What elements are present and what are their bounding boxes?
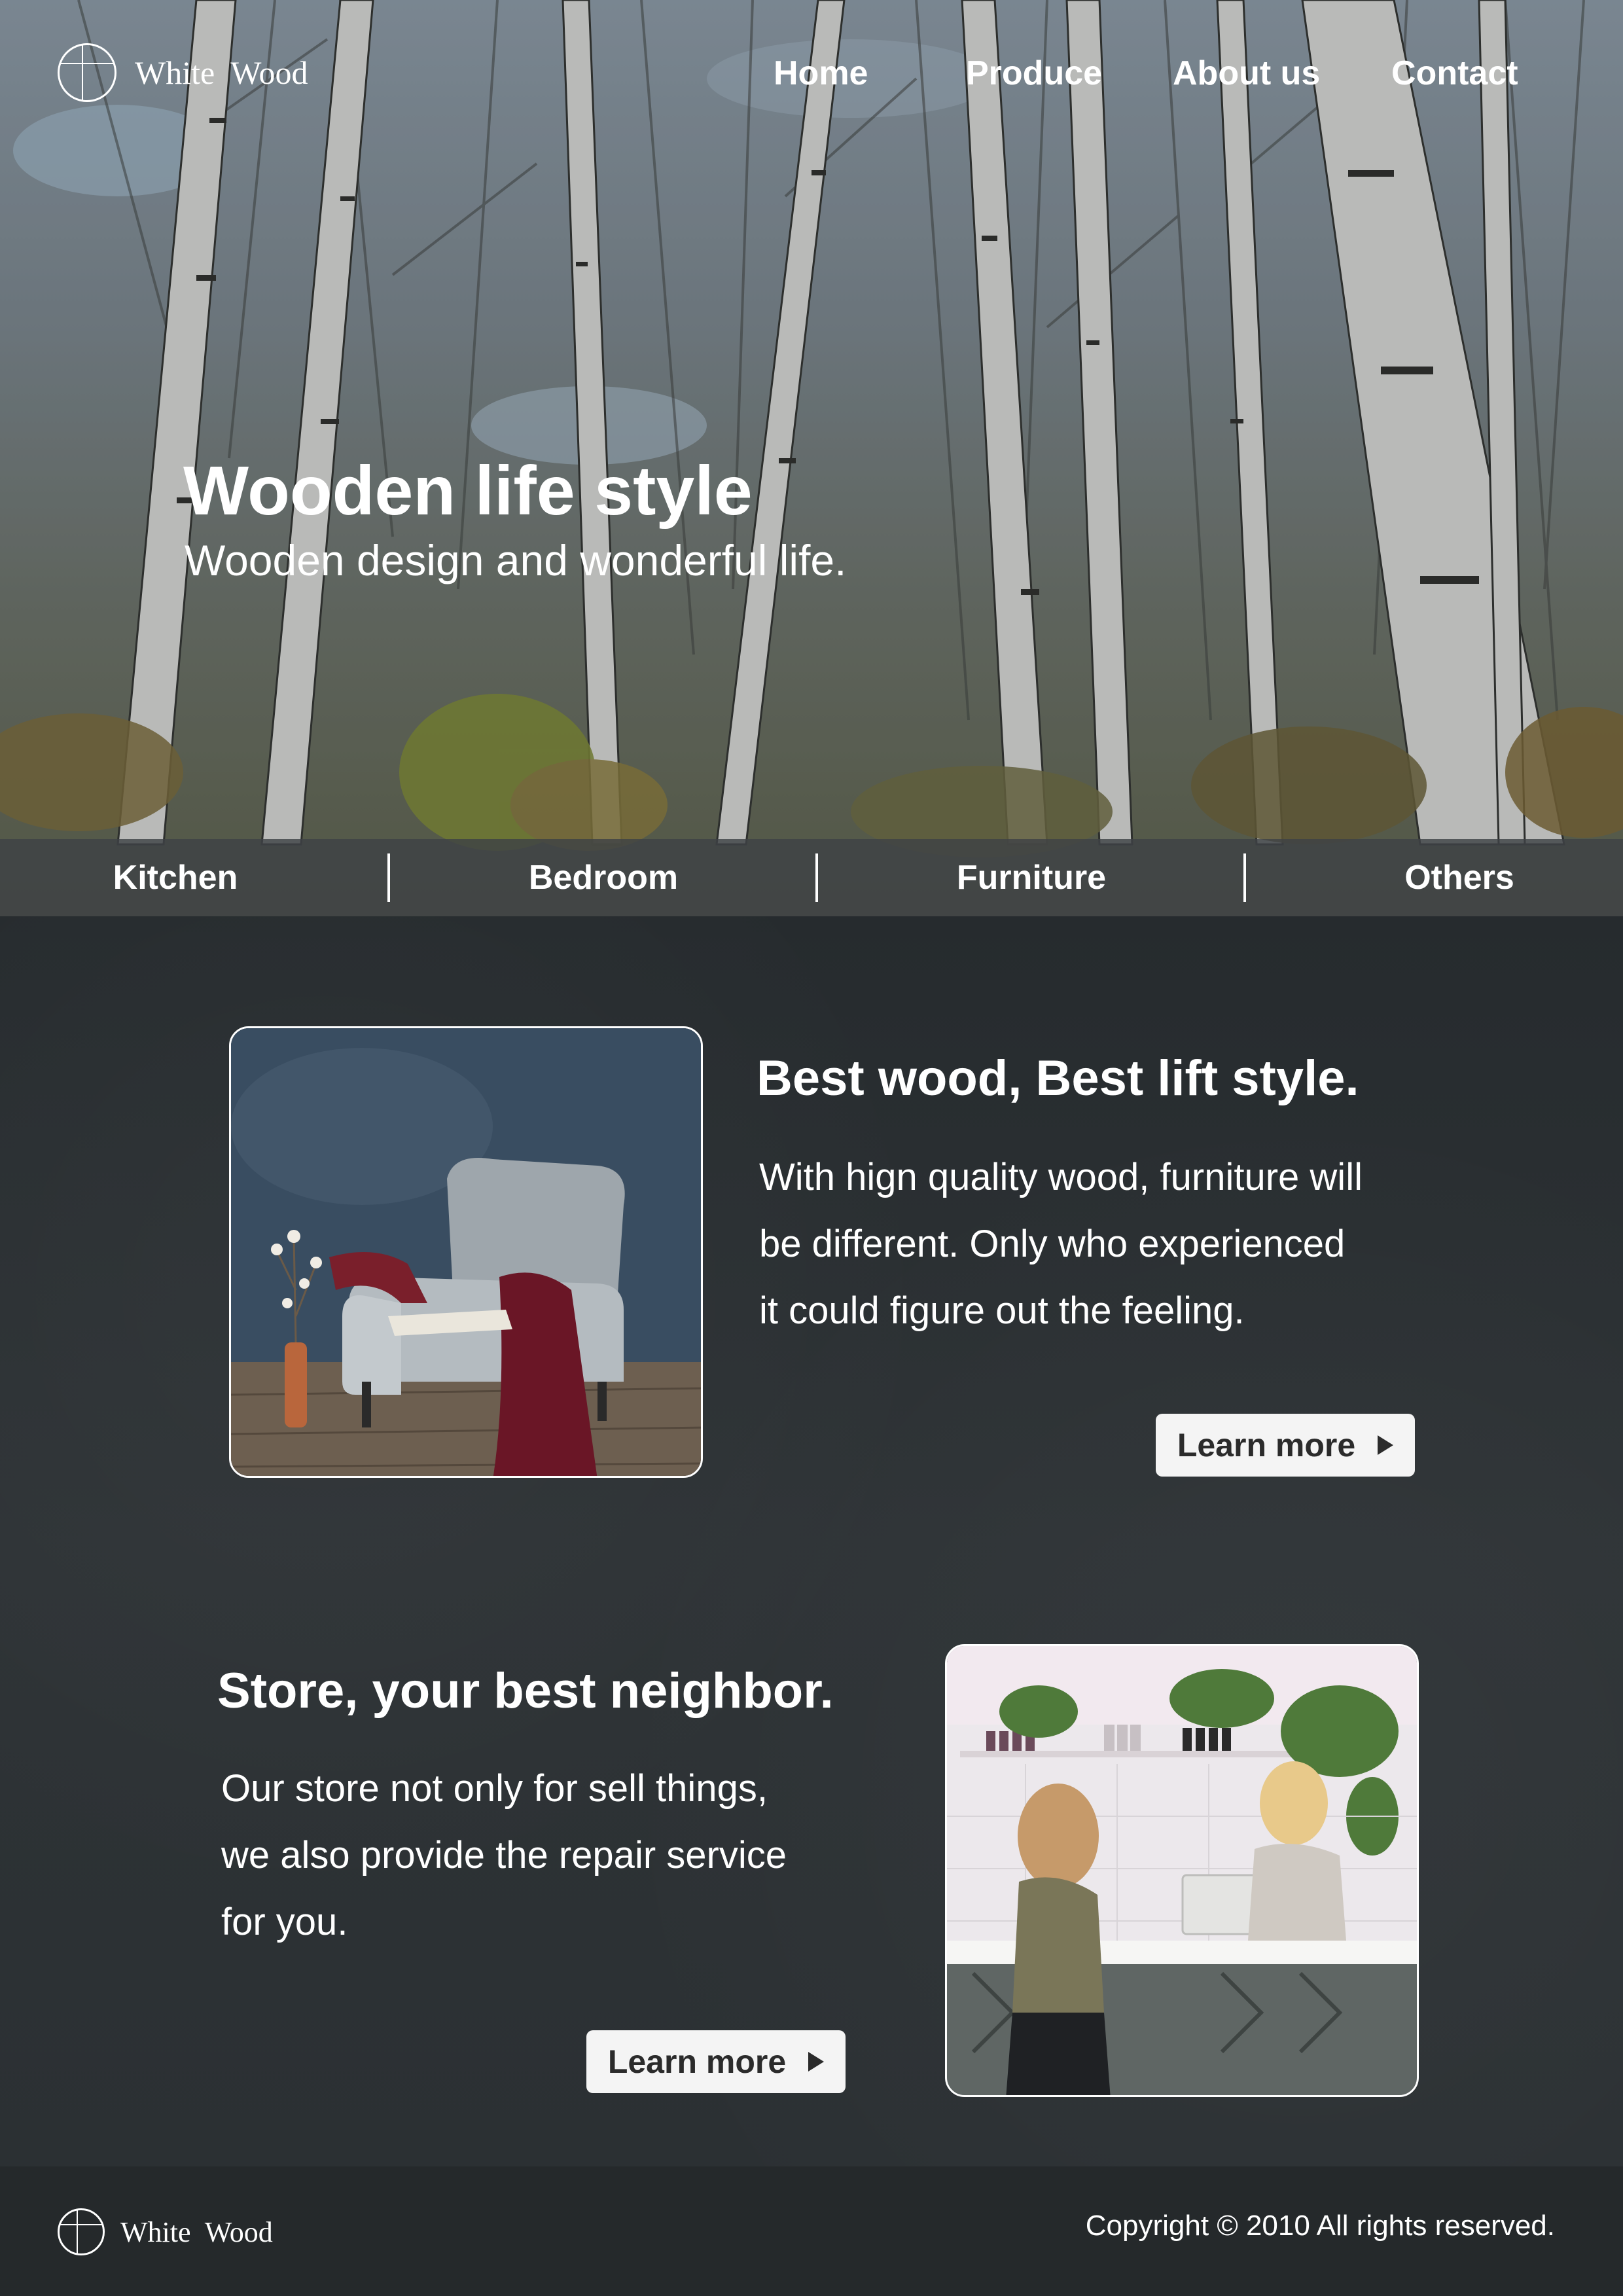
category-divider: [1243, 853, 1246, 902]
section-1-body: With hign quality wood, furniture will b…: [759, 1144, 1363, 1344]
footer: White Wood Copyright © 2010 All rights r…: [0, 2166, 1623, 2296]
section-2-title: Store, your best neighbor.: [217, 1663, 834, 1719]
circle-cross-logo-icon: [58, 2208, 105, 2255]
category-bar: Kitchen Bedroom Furniture Others: [0, 839, 1623, 916]
store-counter-photo: [945, 1644, 1419, 2097]
section-1-body-line: be different. Only who experienced: [759, 1223, 1346, 1265]
category-divider: [387, 853, 390, 902]
category-divider: [815, 853, 818, 902]
section-1-body-line: With hign quality wood, furniture will: [759, 1156, 1363, 1198]
footer-logo[interactable]: White Wood: [58, 2208, 273, 2255]
hero-banner: White Wood Home Produce About us Contact…: [0, 0, 1623, 916]
hero-subtitle: Wooden design and wonderful life.: [185, 536, 847, 584]
category-others[interactable]: Others: [1329, 839, 1590, 916]
section-2-body: Our store not only for sell things, we a…: [221, 1755, 787, 1956]
learn-more-label: Learn more: [607, 2043, 787, 2080]
section-2-body-line: we also provide the repair service: [221, 1834, 787, 1876]
nav-about-link[interactable]: About us: [1173, 46, 1320, 101]
section-2-body-line: for you.: [221, 1901, 348, 1943]
learn-more-button[interactable]: Learn more: [1156, 1414, 1415, 1477]
play-icon: [1378, 1435, 1394, 1455]
section-1-body-line: it could figure out the feeling.: [759, 1289, 1245, 1332]
main-nav: Home Produce About us Contact: [0, 46, 1623, 101]
armchair-photo: [229, 1026, 703, 1478]
copyright-text: Copyright © 2010 All rights reserved.: [1085, 2210, 1555, 2242]
section-1-title: Best wood, Best lift style.: [757, 1050, 1359, 1106]
hero-title: Wooden life style: [183, 452, 753, 529]
content-area: Best wood, Best lift style. With hign qu…: [0, 916, 1623, 2166]
armchair-illustration: [231, 1028, 701, 1476]
category-bedroom[interactable]: Bedroom: [473, 839, 734, 916]
learn-more-label: Learn more: [1177, 1427, 1356, 1463]
play-icon: [808, 2052, 825, 2072]
learn-more-button[interactable]: Learn more: [586, 2030, 846, 2093]
nav-contact-link[interactable]: Contact: [1391, 46, 1518, 101]
nav-home-link[interactable]: Home: [774, 46, 868, 101]
category-furniture[interactable]: Furniture: [901, 839, 1162, 916]
nav-produce-link[interactable]: Produce: [966, 46, 1102, 101]
category-kitchen[interactable]: Kitchen: [45, 839, 306, 916]
section-2-body-line: Our store not only for sell things,: [221, 1767, 768, 1810]
store-counter-illustration: [947, 1646, 1417, 2095]
footer-brand-name: White Wood: [120, 2215, 273, 2248]
